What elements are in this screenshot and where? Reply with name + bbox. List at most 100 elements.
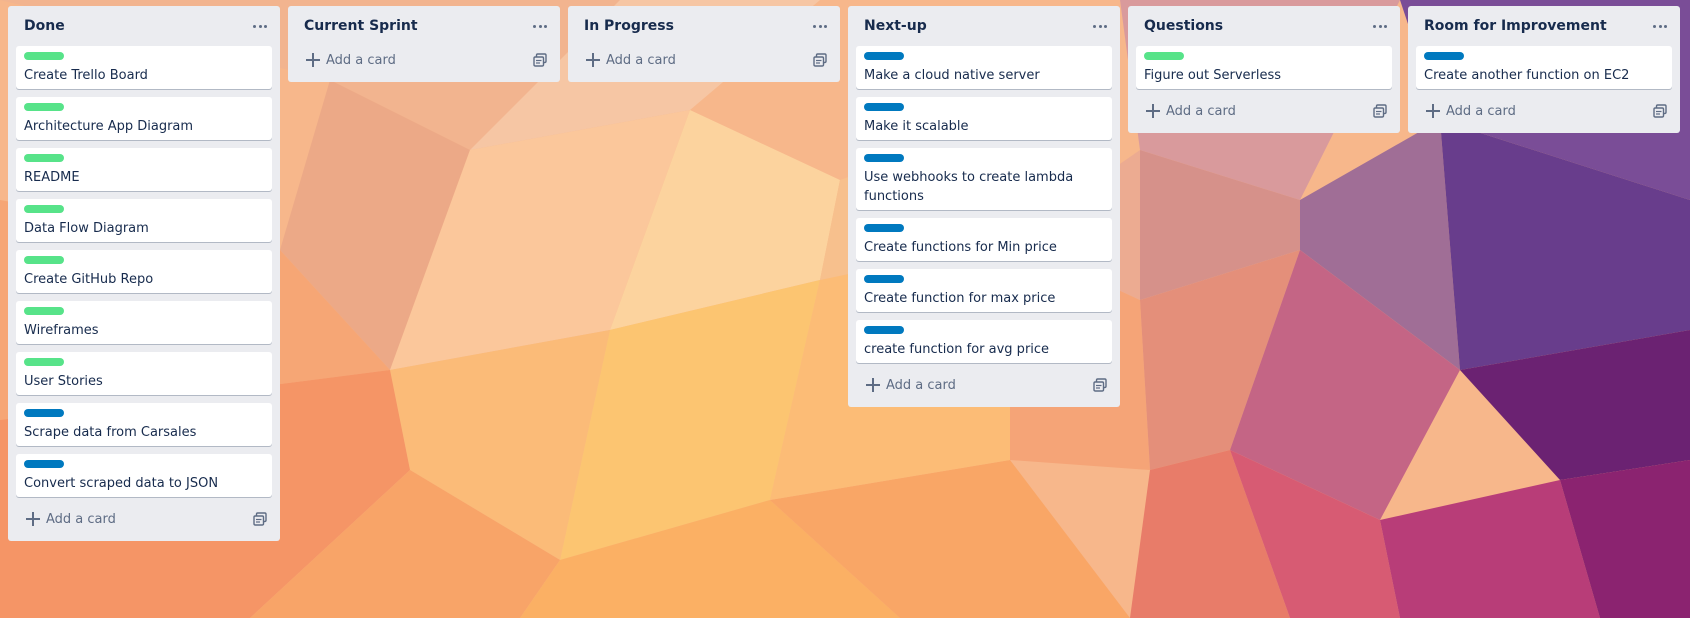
card-list: Create Trello Board Architecture App Dia… [8, 46, 280, 497]
plus-icon [26, 512, 40, 526]
card-title: Make a cloud native server [864, 68, 1040, 83]
label-blue [864, 103, 904, 111]
plus-icon [866, 378, 880, 392]
card-title: Use webhooks to create lambda functions [864, 170, 1074, 204]
list-menu-icon[interactable] [808, 14, 832, 38]
list-footer: Add a card [8, 503, 280, 541]
card[interactable]: Wireframes [16, 301, 272, 344]
list-title[interactable]: In Progress [584, 16, 674, 36]
card-template-icon[interactable] [1648, 99, 1672, 123]
card-title: Make it scalable [864, 119, 969, 134]
list-header: Next-up [848, 6, 1120, 46]
card[interactable]: Use webhooks to create lambda functions [856, 148, 1112, 210]
card-template-icon[interactable] [1088, 373, 1112, 397]
card-title: Data Flow Diagram [24, 221, 149, 236]
label-green [24, 205, 64, 213]
list-title[interactable]: Room for Improvement [1424, 16, 1607, 36]
label-blue [24, 460, 64, 468]
plus-icon [1146, 104, 1160, 118]
list-menu-icon[interactable] [248, 14, 272, 38]
card[interactable]: Create function for max price [856, 269, 1112, 312]
card-title: Convert scraped data to JSON [24, 476, 219, 491]
list-title[interactable]: Next-up [864, 16, 927, 36]
list-menu-icon[interactable] [528, 14, 552, 38]
card-template-icon[interactable] [1368, 99, 1392, 123]
list-questions: Questions Figure out Serverless Add a ca… [1128, 6, 1400, 133]
card[interactable]: Create Trello Board [16, 46, 272, 89]
add-card-button[interactable]: Add a card [1136, 97, 1336, 125]
list-menu-icon[interactable] [1088, 14, 1112, 38]
list-header: Questions [1128, 6, 1400, 46]
card[interactable]: Make a cloud native server [856, 46, 1112, 89]
card[interactable]: Architecture App Diagram [16, 97, 272, 140]
list-title[interactable]: Current Sprint [304, 16, 418, 36]
card[interactable]: README [16, 148, 272, 191]
card-title: Architecture App Diagram [24, 119, 194, 134]
list-header: In Progress [568, 6, 840, 46]
card-list: Figure out Serverless [1128, 46, 1400, 89]
card[interactable]: Make it scalable [856, 97, 1112, 140]
list-in-progress: In Progress Add a card [568, 6, 840, 82]
label-blue [864, 224, 904, 232]
card-title: README [24, 170, 80, 185]
card-template-icon[interactable] [248, 507, 272, 531]
list-room-for-improvement: Room for Improvement Create another func… [1408, 6, 1680, 133]
label-blue [1424, 52, 1464, 60]
card-title: Figure out Serverless [1144, 68, 1282, 83]
card-title: Wireframes [24, 323, 99, 338]
plus-icon [306, 53, 320, 67]
card-title: Create function for max price [864, 291, 1056, 306]
add-card-label: Add a card [1446, 103, 1516, 119]
add-card-button[interactable]: Add a card [296, 46, 496, 74]
card-title: Create functions for Min price [864, 240, 1057, 255]
label-green [24, 256, 64, 264]
list-done: Done Create Trello Board Architecture Ap… [8, 6, 280, 541]
list-header: Current Sprint [288, 6, 560, 46]
label-green [1144, 52, 1184, 60]
card[interactable]: User Stories [16, 352, 272, 395]
add-card-button[interactable]: Add a card [16, 505, 216, 533]
card-title: Create GitHub Repo [24, 272, 154, 287]
board: Done Create Trello Board Architecture Ap… [0, 0, 1690, 618]
card[interactable]: Data Flow Diagram [16, 199, 272, 242]
card[interactable]: create function for avg price [856, 320, 1112, 363]
list-header: Room for Improvement [1408, 6, 1680, 46]
add-card-button[interactable]: Add a card [576, 46, 776, 74]
card[interactable]: Create functions for Min price [856, 218, 1112, 261]
card-title: create function for avg price [864, 342, 1050, 357]
label-green [24, 358, 64, 366]
card-title: Create Trello Board [24, 68, 148, 83]
list-header: Done [8, 6, 280, 46]
card[interactable]: Convert scraped data to JSON [16, 454, 272, 497]
card-list: Create another function on EC2 [1408, 46, 1680, 89]
list-menu-icon[interactable] [1648, 14, 1672, 38]
label-blue [24, 409, 64, 417]
list-title[interactable]: Questions [1144, 16, 1223, 36]
list-title[interactable]: Done [24, 16, 65, 36]
card[interactable]: Create GitHub Repo [16, 250, 272, 293]
add-card-label: Add a card [886, 377, 956, 393]
add-card-label: Add a card [606, 52, 676, 68]
label-blue [864, 154, 904, 162]
label-blue [864, 326, 904, 334]
list-menu-icon[interactable] [1368, 14, 1392, 38]
list-next-up: Next-up Make a cloud native server Make … [848, 6, 1120, 407]
card[interactable]: Create another function on EC2 [1416, 46, 1672, 89]
add-card-button[interactable]: Add a card [1416, 97, 1616, 125]
add-card-label: Add a card [46, 511, 116, 527]
add-card-label: Add a card [1166, 103, 1236, 119]
card[interactable]: Scrape data from Carsales [16, 403, 272, 446]
label-green [24, 52, 64, 60]
card-template-icon[interactable] [528, 48, 552, 72]
card-list: Make a cloud native server Make it scala… [848, 46, 1120, 363]
list-footer: Add a card [1128, 95, 1400, 133]
card-template-icon[interactable] [808, 48, 832, 72]
add-card-button[interactable]: Add a card [856, 371, 1056, 399]
list-footer: Add a card [1408, 95, 1680, 133]
list-footer: Add a card [568, 44, 840, 82]
card-title: Scrape data from Carsales [24, 425, 197, 440]
card[interactable]: Figure out Serverless [1136, 46, 1392, 89]
add-card-label: Add a card [326, 52, 396, 68]
list-footer: Add a card [288, 44, 560, 82]
card-title: Create another function on EC2 [1424, 68, 1630, 83]
